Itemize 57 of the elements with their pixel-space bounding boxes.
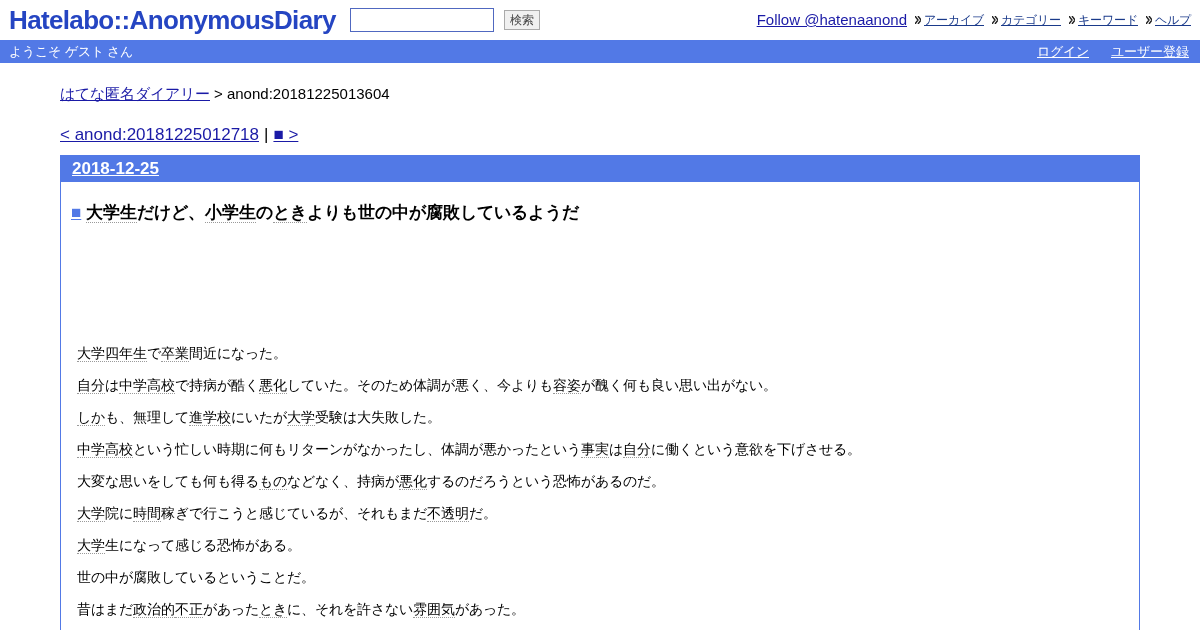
paragraph: 大学四年生で卒業間近になった。 bbox=[77, 343, 288, 362]
chevron-icon bbox=[992, 16, 998, 25]
keyword-link[interactable]: 自分 bbox=[623, 440, 651, 458]
keyword-link[interactable]: しか bbox=[77, 408, 105, 426]
keyword-link[interactable]: 大学 bbox=[287, 408, 315, 426]
keyword-link[interactable]: 悪化 bbox=[399, 472, 427, 490]
breadcrumb-link[interactable]: はてな匿名ダイアリー bbox=[60, 83, 210, 106]
paragraph: 大学生になって感じる恐怖がある。 bbox=[77, 535, 302, 554]
keyword-link[interactable]: 雰囲気 bbox=[413, 600, 455, 618]
keyword-link[interactable]: 卒業 bbox=[161, 344, 189, 362]
keyword-link[interactable]: 政治的 bbox=[133, 600, 175, 618]
keyword-link[interactable]: もの bbox=[259, 472, 287, 490]
nav-link[interactable]: カテゴリー bbox=[1001, 11, 1061, 30]
breadcrumb-current: > anond:20181225013604 bbox=[214, 84, 390, 104]
entry-title: 大学生だけど、小学生のとき よりも世の中が腐敗しているようだ bbox=[86, 202, 580, 225]
keyword-link[interactable]: 不透明 bbox=[427, 504, 469, 522]
site-logo[interactable]: Hatelabo::AnonymousDiary bbox=[9, 4, 336, 36]
keyword-link[interactable]: 中学高校 bbox=[77, 440, 133, 458]
search-field[interactable] bbox=[349, 8, 494, 32]
chevron-icon bbox=[1146, 16, 1152, 25]
welcome-text: ようこそ ゲスト さん bbox=[9, 42, 134, 61]
keyword-link[interactable]: 中学高校 bbox=[119, 376, 175, 394]
nav-link[interactable]: アーカイブ bbox=[924, 11, 984, 30]
keyword-link[interactable]: 進学校 bbox=[189, 408, 231, 426]
keyword-link[interactable]: 小学生 bbox=[205, 203, 257, 223]
previous-entry-link[interactable]: < anond:20181225012718 bbox=[60, 121, 259, 147]
keyword-link[interactable]: 時間 bbox=[133, 504, 161, 522]
nav-link[interactable]: ヘルプ bbox=[1155, 11, 1191, 30]
keyword-link[interactable]: 容姿 bbox=[553, 376, 581, 394]
account-link[interactable]: ユーザー登録 bbox=[1111, 41, 1189, 62]
paragraph: 世の中が腐敗しているということだ。 bbox=[77, 567, 316, 586]
keyword-link[interactable]: 不正 bbox=[175, 600, 203, 618]
paragraph: 自分は中学高校で持病が酷く悪化していた。そのため体調が悪く、今よりも容姿が醜く何も良い思い出がない。 bbox=[77, 375, 778, 394]
keyword-link[interactable]: 大学四年生 bbox=[77, 344, 147, 362]
chevron-icon bbox=[1069, 16, 1075, 25]
paragraph: 大学院に時間稼ぎで行こうと感じているが、それもまだ不透明だ。 bbox=[77, 503, 498, 522]
nav-link[interactable]: キーワード bbox=[1078, 11, 1138, 30]
paragraph: 大変な思いをしても何も得る ものなどなく、持病が悪化するのだろうという恐怖があるのだ。 bbox=[77, 471, 666, 490]
keyword-link[interactable]: 大学 bbox=[77, 504, 105, 522]
keyword-link[interactable]: とき bbox=[259, 600, 287, 618]
entry-mark-link[interactable]: ■ bbox=[71, 200, 82, 226]
next-entry-link[interactable]: ■ > bbox=[273, 121, 299, 147]
keyword-link[interactable]: 自分 bbox=[77, 376, 105, 394]
follow-link[interactable]: Follow @hatenaanond bbox=[756, 9, 907, 32]
paragraph: 昔はまだ政治的不正があった とき に、それを許さない雰囲気があった。 bbox=[77, 599, 526, 618]
separator: | bbox=[264, 123, 269, 146]
paragraph: 中学高校 という忙しい時期に何もリターンがなかったし、体調が悪かったという事実は 自分に働くという意欲を下げさせる。 bbox=[77, 439, 862, 458]
keyword-link[interactable]: 事実 bbox=[581, 440, 609, 458]
date-link[interactable]: 2018-12-25 bbox=[72, 156, 159, 182]
keyword-link[interactable]: 大学生 bbox=[86, 203, 138, 223]
search-button[interactable]: 検索 bbox=[503, 10, 540, 30]
account-link[interactable]: ログイン bbox=[1037, 41, 1089, 62]
keyword-link[interactable]: 悪化 bbox=[259, 376, 287, 394]
keyword-link[interactable]: 大学 bbox=[77, 536, 105, 554]
paragraph: しかも、無理して進学校にいたが大学受験は大失敗した。 bbox=[77, 407, 442, 426]
chevron-icon bbox=[915, 16, 921, 25]
keyword-link[interactable]: とき bbox=[273, 203, 308, 223]
